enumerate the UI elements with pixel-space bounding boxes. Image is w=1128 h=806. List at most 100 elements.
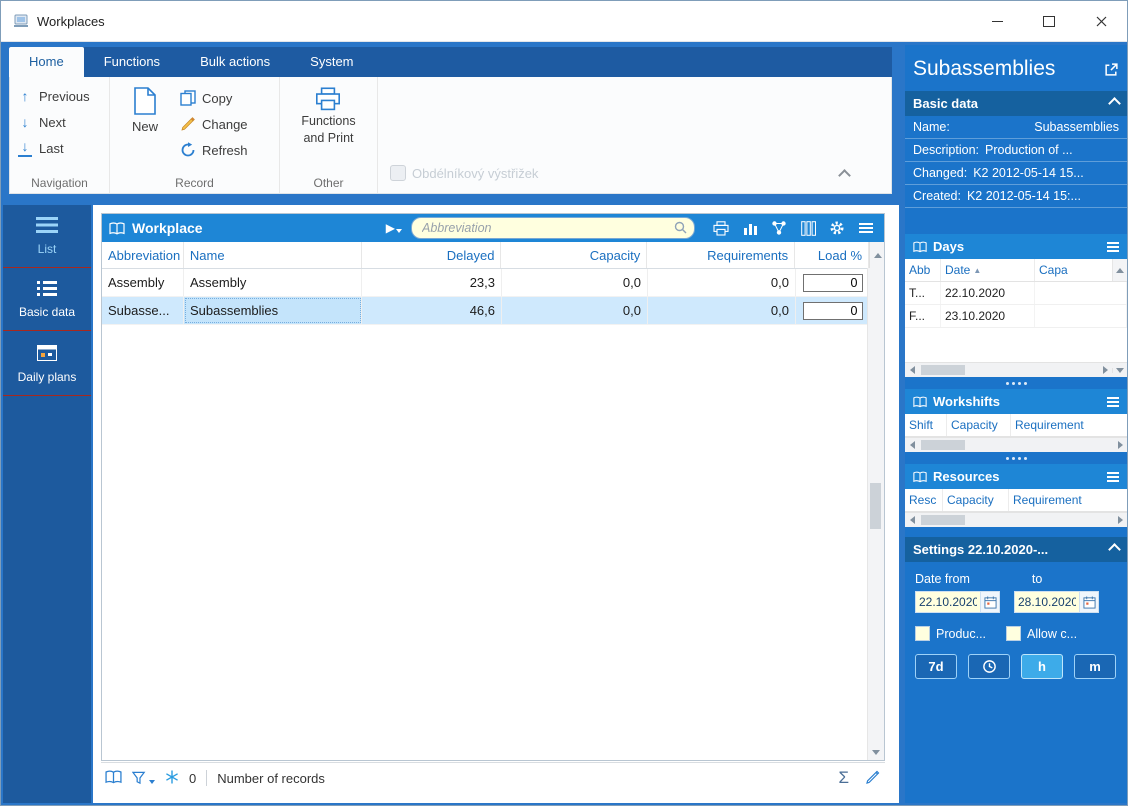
cell-abbreviation[interactable]: Subasse... [102,297,184,324]
scroll-right-button[interactable] [1113,516,1127,524]
workshifts-column-requirement[interactable]: Requirement [1011,414,1127,436]
sum-button[interactable]: Σ [838,768,849,788]
menu-icon[interactable] [1107,396,1119,407]
horizontal-scrollbar[interactable] [905,437,1127,452]
change-button[interactable]: Change [180,111,248,137]
cell-requirements[interactable]: 0,0 [648,269,796,296]
scrollbar-thumb[interactable] [921,440,965,450]
scrollbar-track[interactable] [919,363,1098,377]
columns-button[interactable] [797,217,819,239]
scrollbar-track[interactable] [919,438,1113,452]
sidebar-item-list[interactable]: List [3,205,91,268]
grid-menu-button[interactable] [855,217,877,239]
settings-section-header[interactable]: Settings 22.10.2020-... [905,537,1127,562]
last-button[interactable]: ↓ Last [16,135,103,161]
days-column-capacity[interactable]: Capa [1035,259,1112,281]
chart-button[interactable] [739,217,761,239]
days-section-header[interactable]: Days [905,234,1127,259]
cell-date[interactable]: 23.10.2020 [941,305,1035,327]
scroll-down-button[interactable] [1112,367,1127,373]
open-in-window-button[interactable] [1104,62,1119,77]
period-clock-button[interactable] [968,654,1010,679]
filter-button[interactable] [132,771,155,785]
search-input[interactable] [411,217,695,239]
workshifts-column-shift[interactable]: Shift [905,414,947,436]
workshifts-section-header[interactable]: Workshifts [905,389,1127,414]
column-header-abbreviation[interactable]: Abbreviation [102,242,184,268]
column-header-name[interactable]: Name [184,242,362,268]
sidebar-item-basic-data[interactable]: Basic data [3,268,91,331]
cell-name[interactable]: Subassemblies [184,297,362,324]
load-percent-input[interactable] [802,273,863,292]
new-button[interactable]: New [116,83,174,173]
menu-icon[interactable] [1107,471,1119,482]
cell-abb[interactable]: T... [905,282,941,304]
tab-bulk-actions[interactable]: Bulk actions [180,47,290,77]
workshifts-column-capacity[interactable]: Capacity [947,414,1011,436]
period-hours-button[interactable]: h [1021,654,1063,679]
copy-button[interactable]: Copy [180,85,248,111]
freeze-button[interactable] [165,770,179,787]
menu-icon[interactable] [1107,241,1119,252]
load-percent-input[interactable] [802,301,863,320]
cell-abb[interactable]: F... [905,305,941,327]
table-row-selected[interactable]: Subasse... Subassemblies 46,6 0,0 0,0 [102,297,870,325]
resources-column-capacity[interactable]: Capacity [943,489,1009,511]
scroll-left-button[interactable] [905,366,919,374]
scrollbar-thumb[interactable] [921,365,965,375]
ribbon-collapse-button[interactable] [838,167,851,185]
resources-section-header[interactable]: Resources [905,464,1127,489]
view-mode-button[interactable] [105,770,122,787]
cell-delayed[interactable]: 23,3 [362,269,502,296]
scroll-right-button[interactable] [1098,366,1112,374]
cell-capacity[interactable]: 0,0 [502,269,648,296]
column-header-capacity[interactable]: Capacity [501,242,648,268]
print-button[interactable] [710,217,732,239]
cell-capacity[interactable] [1035,305,1127,327]
scroll-up-button[interactable] [1112,259,1127,281]
panel-splitter-handle[interactable] [905,377,1127,389]
days-row[interactable]: F... 23.10.2020 [905,305,1127,328]
scrollbar-thumb[interactable] [870,483,881,529]
cell-capacity[interactable] [1035,282,1127,304]
days-column-date[interactable]: Date ▲ [941,259,1035,281]
cell-name[interactable]: Assembly [184,269,362,296]
scroll-right-button[interactable] [1113,441,1127,449]
horizontal-scrollbar[interactable] [905,362,1127,377]
previous-button[interactable]: ↑ Previous [16,83,103,109]
cell-date[interactable]: 22.10.2020 [941,282,1035,304]
scroll-down-button[interactable] [872,750,880,755]
production-checkbox[interactable] [915,626,930,641]
tab-system[interactable]: System [290,47,373,77]
tab-home[interactable]: Home [9,47,84,77]
date-to-input[interactable] [1015,595,1079,609]
tab-functions[interactable]: Functions [84,47,180,77]
cell-requirements[interactable]: 0,0 [648,297,796,324]
vertical-scrollbar[interactable] [867,268,884,760]
cell-capacity[interactable]: 0,0 [502,297,648,324]
close-button[interactable] [1075,1,1127,41]
period-7d-button[interactable]: 7d [915,654,957,679]
maximize-button[interactable] [1023,1,1075,41]
minimize-button[interactable] [971,1,1023,41]
scroll-left-button[interactable] [905,516,919,524]
next-button[interactable]: ↓ Next [16,109,103,135]
settings-button[interactable] [826,217,848,239]
scroll-left-button[interactable] [905,441,919,449]
resources-column-requirement[interactable]: Requirement [1009,489,1127,511]
date-from-input[interactable] [916,595,980,609]
allow-checkbox[interactable] [1006,626,1022,641]
panel-splitter-handle[interactable] [905,452,1127,464]
calendar-button[interactable] [1079,592,1098,612]
refresh-button[interactable]: Refresh [180,137,248,163]
scroll-up-button[interactable] [869,242,884,268]
days-column-abb[interactable]: Abb [905,259,941,281]
cell-abbreviation[interactable]: Assembly [102,269,184,296]
horizontal-scrollbar[interactable] [905,512,1127,527]
basic-data-section-header[interactable]: Basic data [905,91,1127,116]
days-row[interactable]: T... 22.10.2020 [905,282,1127,305]
table-row[interactable]: Assembly Assembly 23,3 0,0 0,0 [102,269,870,297]
scrollbar-track[interactable] [919,513,1113,527]
calendar-button[interactable] [980,592,999,612]
sidebar-item-daily-plans[interactable]: Daily plans [3,331,91,396]
